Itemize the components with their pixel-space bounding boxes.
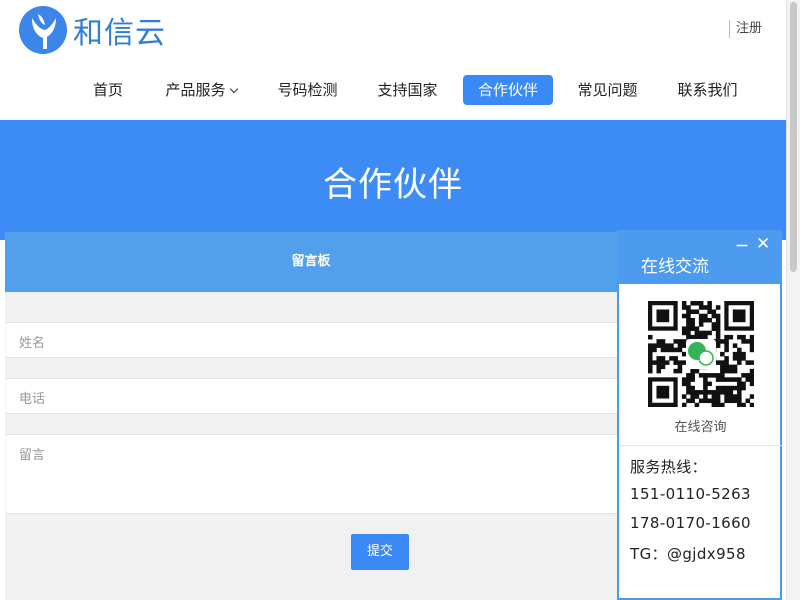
message-field[interactable]: 留言 bbox=[6, 434, 617, 514]
chevron-down-icon bbox=[229, 84, 238, 94]
hotline-phone-2: 178-0170-1660 bbox=[630, 514, 752, 532]
qr-caption: 在线咨询 bbox=[674, 420, 727, 435]
nav-item-products[interactable]: 产品服务 bbox=[153, 75, 249, 105]
page: 和信云 注册 首页 产品服务 号码检测 支持国家 合作伙伴 常见问题 联系我们 … bbox=[0, 0, 800, 600]
nav-item-partners[interactable]: 合作伙伴 bbox=[463, 75, 553, 105]
close-icon[interactable]: ✕ bbox=[756, 234, 770, 254]
name-field[interactable]: 姓名 bbox=[6, 322, 617, 358]
nav-item-home[interactable]: 首页 bbox=[78, 75, 138, 105]
logo[interactable]: 和信云 bbox=[18, 5, 166, 55]
telegram-id: TG：@gjdx958 bbox=[630, 545, 746, 563]
nav-item-faq[interactable]: 常见问题 bbox=[563, 75, 652, 105]
hotline-label: 服务热线： bbox=[630, 458, 708, 476]
guestbook-title: 留言板 bbox=[5, 232, 617, 292]
guestbook-panel: 留言板 姓名 电话 留言 提交 bbox=[5, 232, 617, 600]
scrollbar-thumb[interactable] bbox=[790, 2, 797, 272]
register-link[interactable]: 注册 bbox=[729, 20, 762, 38]
hotline-phone-1: 151-0110-5263 bbox=[630, 485, 752, 503]
chat-header: 在线交流 － ✕ bbox=[619, 230, 782, 284]
nav-item-contact[interactable]: 联系我们 bbox=[663, 75, 752, 105]
page-scrollbar[interactable] bbox=[786, 0, 800, 600]
nav-item-countries[interactable]: 支持国家 bbox=[363, 75, 452, 105]
qr-code bbox=[648, 301, 754, 407]
page-title: 合作伙伴 bbox=[323, 165, 463, 205]
logo-icon bbox=[19, 6, 67, 54]
chat-widget: 在线交流 － ✕ 在线咨询 服务热线： 151-0110-5263 178-01… bbox=[617, 230, 782, 600]
logo-text: 和信云 bbox=[73, 16, 166, 51]
nav-item-number-check[interactable]: 号码检测 bbox=[263, 75, 352, 105]
submit-button[interactable]: 提交 bbox=[351, 534, 409, 570]
site-header: 和信云 注册 首页 产品服务 号码检测 支持国家 合作伙伴 常见问题 联系我们 bbox=[0, 0, 786, 120]
chat-title: 在线交流 bbox=[641, 257, 709, 277]
divider bbox=[619, 445, 782, 446]
minimize-icon[interactable]: － bbox=[735, 236, 749, 256]
phone-field[interactable]: 电话 bbox=[6, 378, 617, 414]
page-banner: 合作伙伴 bbox=[0, 120, 786, 240]
